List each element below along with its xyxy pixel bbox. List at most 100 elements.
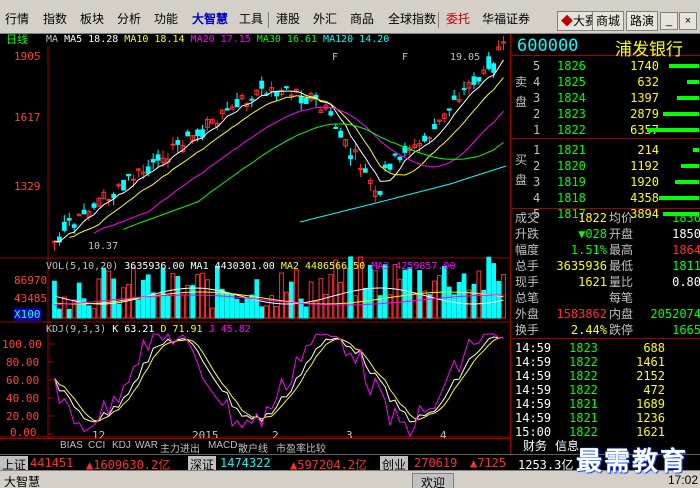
indicator-tabs: BIAS CCI KDJ WAR 主力进出 MACD 散户线 市盈率比较 — [0, 438, 510, 455]
volume-bar — [96, 278, 102, 319]
sell-order-row[interactable]: 3 1824 1397 — [511, 90, 700, 106]
kdj-d-line — [54, 336, 504, 422]
panel-tabs: 财务 信息 — [511, 438, 700, 454]
depth-bar — [681, 164, 699, 168]
menu-zhishu[interactable]: 指数 — [40, 10, 70, 28]
trophy-icon: ◆ — [561, 14, 574, 28]
volume-bar — [427, 294, 432, 319]
volume-bar — [338, 282, 344, 319]
candle-body — [476, 77, 482, 82]
luyan-button[interactable]: 路演 — [626, 11, 659, 31]
ma20-value: MA20 17.15 — [190, 34, 251, 45]
menu-gongneng[interactable]: 功能 — [151, 10, 181, 28]
volume-bar — [140, 279, 146, 319]
ma20-line — [93, 106, 504, 234]
menu-waihui[interactable]: 外汇 — [310, 10, 340, 28]
candle-body — [446, 108, 452, 111]
tab-bias[interactable]: BIAS — [60, 440, 83, 451]
menu-separator — [268, 12, 269, 28]
menu-hangqing[interactable]: 行情 — [2, 10, 32, 28]
volume-bar — [76, 282, 82, 319]
kdj-info-bar: KDJ(9,3,3) K 63.21 D 71.91 J 45.82 — [46, 323, 251, 336]
menu-huafu[interactable]: 华福证券 — [479, 10, 533, 28]
stat-label: 换手 — [515, 323, 540, 337]
tab-kdj[interactable]: KDJ — [112, 440, 131, 451]
buy-order-row[interactable]: 1 1821 214 — [511, 142, 700, 158]
volume-bar — [402, 269, 408, 319]
index-ticker[interactable]: 上证 441451 ▲1609630.2亿 深证 1474322 ▲597204… — [0, 454, 700, 473]
stat-label: 内盘 — [609, 307, 634, 321]
buy-order-row[interactable]: 2 1820 1192 — [511, 158, 700, 174]
menu-fenxi[interactable]: 分析 — [114, 10, 144, 28]
menu-shangpin[interactable]: 商品 — [347, 10, 377, 28]
menu-weituo[interactable]: 委托 — [443, 10, 473, 28]
stat-label: 升跌 — [515, 227, 540, 241]
kline-chart-canvas[interactable] — [0, 34, 510, 438]
luyan-label: 路演 — [630, 14, 655, 28]
tab-shiyinglv[interactable]: 市盈率比较 — [276, 440, 326, 455]
depth-bar — [687, 80, 699, 84]
candle-body — [145, 166, 151, 174]
tab-zhuli[interactable]: 主力进出 — [160, 440, 200, 455]
candle-body — [66, 218, 72, 221]
depth-bar — [663, 212, 699, 216]
menu-ganggu[interactable]: 港股 — [273, 10, 303, 28]
event-marker-f[interactable]: F — [402, 51, 408, 64]
event-marker-f[interactable]: F — [332, 51, 338, 64]
level-num: 5 — [533, 59, 541, 73]
volume-bar — [362, 287, 368, 319]
menu-bankuai[interactable]: 板块 — [77, 10, 107, 28]
candle-body — [288, 94, 294, 97]
stat-value: 1850 — [672, 227, 700, 241]
minimize-button[interactable]: _ — [660, 12, 678, 30]
sell-order-row[interactable]: 4 1825 632 — [511, 74, 700, 90]
menu-gongju[interactable]: 工具 — [236, 10, 266, 28]
tab-xinxi[interactable]: 信息 — [555, 438, 579, 454]
stat-value: 1822 — [578, 211, 607, 225]
kdj-tick-100: 100.00 — [2, 338, 42, 351]
stat-value: 3635936 — [556, 259, 607, 273]
volume-bar — [303, 306, 309, 319]
tab-war[interactable]: WAR — [135, 440, 158, 451]
divider — [511, 138, 700, 139]
volume-bar — [101, 267, 107, 319]
menu-bar: 行情 指数 板块 分析 功能 大智慧 工具 港股 外汇 商品 全球指数 委托 华… — [0, 0, 700, 34]
period-label[interactable]: 日线 — [6, 33, 28, 46]
buy-order-row[interactable]: 3 1819 1920 — [511, 174, 700, 190]
stat-value: 1811 — [672, 259, 700, 273]
tab-caiwu[interactable]: 财务 — [523, 438, 547, 454]
volume-bar — [111, 278, 117, 319]
order-volume: 1192 — [630, 159, 659, 173]
high-price-label: 19.05 — [450, 52, 481, 63]
candle-body — [387, 163, 393, 170]
vol-ma2: MA2 4486566.50 — [280, 261, 366, 272]
shangcheng-button[interactable]: 商城 — [592, 11, 625, 31]
volume-bar — [372, 270, 378, 319]
order-price: 1825 — [557, 75, 586, 89]
candle-body — [432, 124, 437, 130]
cy-value: 270619 — [414, 456, 458, 470]
tab-macd[interactable]: MACD — [208, 440, 237, 451]
volume-bar — [205, 279, 210, 319]
level-num: 3 — [533, 175, 541, 189]
stat-value: 1621 — [578, 275, 607, 289]
depth-bar — [659, 196, 699, 200]
volume-bar — [451, 294, 457, 319]
volume-bar — [210, 307, 215, 319]
stat-value: ▼028 — [578, 227, 607, 241]
volume-bar — [175, 276, 181, 319]
tab-cci[interactable]: CCI — [88, 440, 105, 451]
order-volume: 1920 — [630, 175, 659, 189]
kline-chart-panel[interactable]: 日线 MA MA5 18.28 MA10 18.14 MA20 17.15 MA… — [0, 33, 510, 454]
volume-bar — [52, 280, 57, 319]
stat-row: 升跌 ▼028 开盘 1850 — [511, 226, 700, 242]
ma5-value: MA5 18.28 — [64, 34, 119, 45]
candle-body — [155, 154, 161, 161]
menu-quanqiu-zhishu[interactable]: 全球指数 — [385, 10, 439, 28]
tab-sanhu[interactable]: 散户线 — [238, 440, 268, 455]
close-button[interactable]: × — [679, 12, 697, 30]
order-price: 1819 — [557, 175, 586, 189]
menu-dazhihui[interactable]: 大智慧 — [189, 10, 231, 28]
candle-body — [303, 98, 309, 104]
candle-body — [81, 209, 87, 215]
